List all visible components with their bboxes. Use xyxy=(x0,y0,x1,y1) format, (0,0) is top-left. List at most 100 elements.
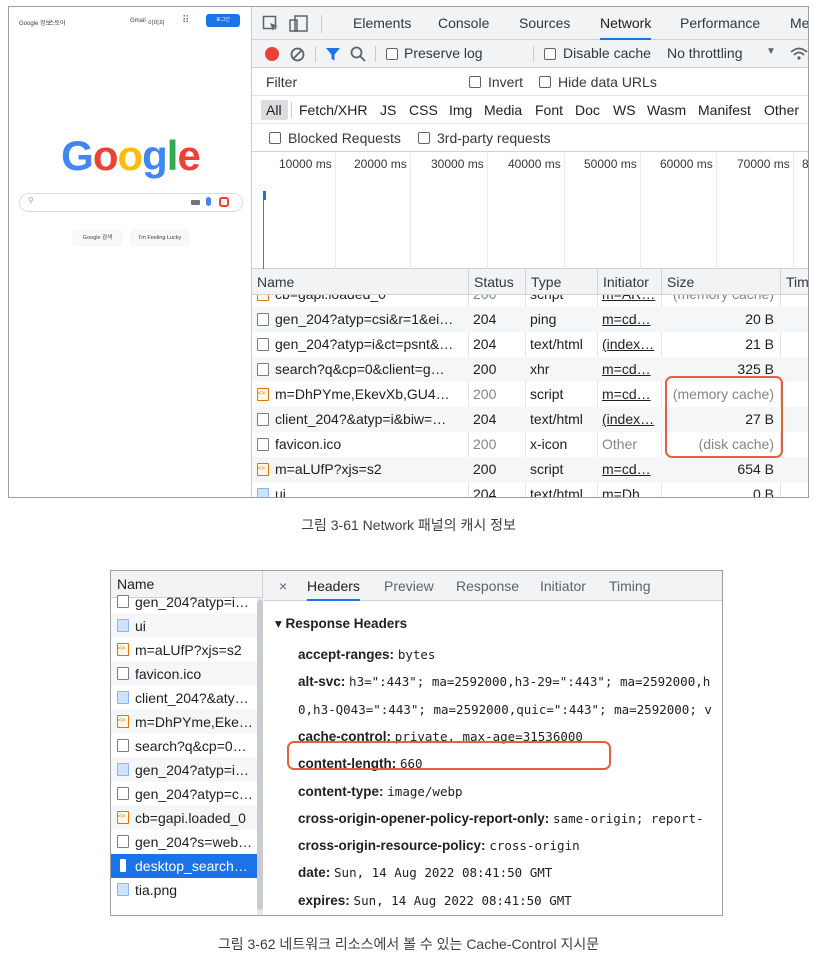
list-item[interactable]: tia.png xyxy=(111,878,257,902)
chevron-down-icon[interactable]: ▼ xyxy=(766,46,776,57)
google-search-button[interactable]: Google 검색 xyxy=(73,230,122,246)
column-initiator[interactable]: Initiator xyxy=(597,269,661,295)
header-value: 0,h3-Q043=":443"; ma=2592000,quic=":443"… xyxy=(298,701,712,717)
list-item[interactable]: gen_204?atyp=i… xyxy=(111,758,257,782)
filter-input[interactable]: Filter xyxy=(266,74,297,90)
filter-ws[interactable]: WS xyxy=(613,102,636,118)
record-icon[interactable] xyxy=(265,47,279,61)
feeling-lucky-button[interactable]: I'm Feeling Lucky xyxy=(131,230,189,246)
third-party-checkbox[interactable] xyxy=(418,132,430,144)
close-icon[interactable]: × xyxy=(279,571,287,601)
store-link[interactable]: 스토어 xyxy=(49,18,66,27)
list-item-label: tia.png xyxy=(135,882,178,898)
request-name: ui xyxy=(275,486,286,498)
logo-letter: g xyxy=(142,132,168,179)
request-initiator[interactable]: (index… xyxy=(602,407,659,432)
clear-icon[interactable] xyxy=(290,47,305,62)
inspect-element-icon[interactable] xyxy=(262,15,280,33)
blocked-requests-checkbox[interactable] xyxy=(269,132,281,144)
table-row[interactable]: gen_204?atyp=csi&r=1&ei… 204 ping m=cd… 20 B xyxy=(252,307,808,332)
list-item[interactable]: ui xyxy=(111,614,257,638)
list-item[interactable]: favicon.ico xyxy=(111,662,257,686)
filter-fetch-xhr[interactable]: Fetch/XHR xyxy=(299,102,367,118)
tab-timing[interactable]: Timing xyxy=(609,571,651,601)
filter-js[interactable]: JS xyxy=(380,102,396,118)
header-row: alt-svc: h3=":443"; ma=2592000,h3-29=":4… xyxy=(298,674,710,689)
disable-cache-checkbox[interactable] xyxy=(544,48,556,60)
preserve-log-checkbox[interactable] xyxy=(386,48,398,60)
request-initiator[interactable]: m=AR… xyxy=(602,295,659,307)
table-row[interactable]: gen_204?atyp=i&ct=psnt&… 204 text/html (ind… xyxy=(252,332,808,357)
tab-network[interactable]: Network xyxy=(600,7,652,40)
request-initiator[interactable]: (index… xyxy=(602,332,659,357)
tab-preview[interactable]: Preview xyxy=(384,571,434,601)
list-item[interactable]: desktop_search… xyxy=(111,854,257,878)
tab-elements[interactable]: Elements xyxy=(353,7,411,40)
keyboard-icon[interactable] xyxy=(191,200,200,205)
google-about-link[interactable]: Google 정보 xyxy=(19,18,51,27)
google-search-box[interactable]: ⚲ xyxy=(19,193,243,212)
filter-media[interactable]: Media xyxy=(484,102,522,118)
list-item[interactable]: search?q&cp=0… xyxy=(111,734,257,758)
microphone-icon[interactable] xyxy=(206,197,211,206)
search-icon[interactable] xyxy=(350,46,366,62)
column-status[interactable]: Status xyxy=(468,269,525,295)
list-item[interactable]: client_204?&aty… xyxy=(111,686,257,710)
request-size: 654 B xyxy=(737,461,774,477)
table-row[interactable]: m=aLUfP?xjs=s2 200 script m=cd… 654 B xyxy=(252,457,808,482)
tab-console[interactable]: Console xyxy=(438,7,489,40)
request-initiator[interactable]: m=cd… xyxy=(602,357,659,382)
list-item[interactable]: m=aLUfP?xjs=s2 xyxy=(111,638,257,662)
column-name[interactable]: Name xyxy=(252,269,468,295)
apps-grid-icon[interactable]: ⠿ xyxy=(182,15,189,26)
tab-headers[interactable]: Headers xyxy=(307,571,360,601)
filter-other[interactable]: Other xyxy=(764,102,799,118)
request-initiator[interactable]: m=cd… xyxy=(602,457,659,482)
tab-response[interactable]: Response xyxy=(456,571,519,601)
images-link[interactable]: 이미지 xyxy=(148,18,165,27)
network-conditions-icon[interactable] xyxy=(789,46,809,62)
disable-cache-label: Disable cache xyxy=(563,45,651,61)
filter-manifest[interactable]: Manifest xyxy=(698,102,751,118)
column-size[interactable]: Size xyxy=(661,269,780,295)
request-size: 20 B xyxy=(745,311,774,327)
request-initiator[interactable]: m=Dh… xyxy=(602,482,659,497)
camera-search-icon[interactable] xyxy=(219,197,229,207)
filter-css[interactable]: CSS xyxy=(409,102,438,118)
tab-memory[interactable]: Mem xyxy=(790,7,808,40)
list-item[interactable]: gen_204?atyp=i… xyxy=(111,590,257,614)
list-item[interactable]: gen_204?atyp=c… xyxy=(111,782,257,806)
network-timeline[interactable]: 10000 ms 20000 ms 30000 ms 40000 ms 5000… xyxy=(252,153,808,269)
response-headers-section[interactable]: ▾ Response Headers xyxy=(275,616,407,632)
filter-icon[interactable] xyxy=(325,47,341,62)
figure-caption-2: 그림 3-62 네트워크 리소스에서 볼 수 있는 Cache-Control … xyxy=(217,936,600,952)
login-button[interactable]: 로그인 xyxy=(206,14,240,27)
tab-sources[interactable]: Sources xyxy=(519,7,570,40)
device-toolbar-icon[interactable] xyxy=(289,15,309,33)
column-time[interactable]: Tim xyxy=(780,269,808,295)
filter-doc[interactable]: Doc xyxy=(575,102,600,118)
list-item[interactable]: cb=gapi.loaded_0 xyxy=(111,806,257,830)
throttling-select[interactable]: No throttling xyxy=(667,45,742,61)
gmail-link[interactable]: Gmail xyxy=(130,18,146,24)
list-item[interactable]: m=DhPYme,Eke… xyxy=(111,710,257,734)
hide-data-urls-label: Hide data URLs xyxy=(558,74,657,90)
filter-all[interactable]: All xyxy=(266,102,282,118)
list-item[interactable]: gen_204?s=web… xyxy=(111,830,257,854)
requests-table-header: Name Status Type Initiator Size Tim xyxy=(252,269,808,295)
timeline-tick: 30000 ms xyxy=(431,157,484,171)
invert-checkbox[interactable] xyxy=(469,76,481,88)
tab-performance[interactable]: Performance xyxy=(680,7,760,40)
filter-font[interactable]: Font xyxy=(535,102,563,118)
request-initiator[interactable]: m=cd… xyxy=(602,307,659,332)
image-file-icon xyxy=(120,859,126,872)
request-initiator[interactable]: m=cd… xyxy=(602,382,659,407)
hide-data-urls-checkbox[interactable] xyxy=(539,76,551,88)
filter-wasm[interactable]: Wasm xyxy=(647,102,686,118)
column-type[interactable]: Type xyxy=(525,269,597,295)
tab-initiator[interactable]: Initiator xyxy=(540,571,586,601)
filter-img[interactable]: Img xyxy=(449,102,472,118)
logo-letter: o xyxy=(117,132,143,179)
table-row[interactable]: cb=gapi.loaded_0 200 script m=AR… (memory ca… xyxy=(252,295,808,307)
table-row[interactable]: ui 204 text/html m=Dh… 0 B xyxy=(252,482,808,498)
